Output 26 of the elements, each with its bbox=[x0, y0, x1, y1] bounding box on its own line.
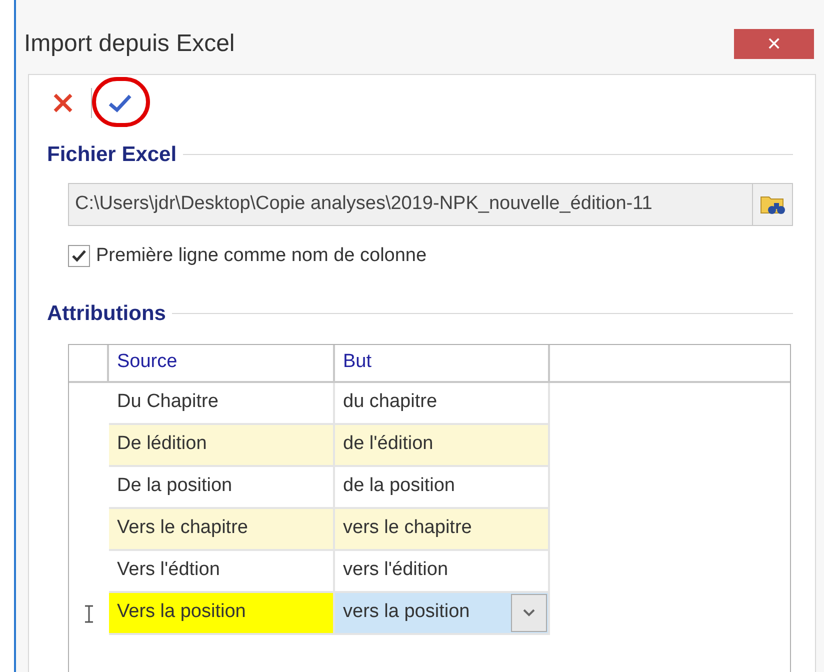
window-title: Import depuis Excel bbox=[24, 29, 235, 59]
column-header[interactable]: Source bbox=[109, 344, 335, 380]
section-title: Attributions bbox=[47, 301, 166, 327]
column-header[interactable]: But bbox=[335, 344, 550, 380]
check-icon bbox=[108, 93, 132, 113]
browse-button[interactable] bbox=[753, 182, 793, 226]
table-cell: Du Chapitre bbox=[109, 382, 335, 424]
section-title: Fichier Excel bbox=[47, 142, 177, 168]
table-cell: De lédition bbox=[109, 424, 335, 466]
checkbox[interactable] bbox=[68, 244, 90, 267]
table-cell: Vers le chapitre bbox=[109, 508, 335, 550]
close-icon bbox=[52, 92, 74, 114]
checkbox-label: Première ligne comme nom de colonne bbox=[96, 244, 427, 268]
table-cell-text: de la position bbox=[342, 474, 456, 498]
close-button[interactable]: ✕ bbox=[734, 29, 814, 59]
table-cell: Vers l'édtion bbox=[109, 550, 335, 592]
table-cell-text: vers l'édition bbox=[342, 558, 450, 582]
table-cell-text: vers le chapitre bbox=[342, 516, 473, 540]
check-icon bbox=[71, 248, 87, 263]
table-cell: Vers la position bbox=[109, 592, 335, 634]
table-cell-text: de l'édition bbox=[342, 432, 434, 456]
path-field[interactable]: C:\Users\jdr\Desktop\Copie analyses\2019-NPK_nouvelle_édition-11 bbox=[68, 182, 753, 226]
table-cell-text: vers la position bbox=[342, 600, 471, 624]
chevron-down-icon bbox=[523, 608, 535, 616]
table-cell-text: du chapitre bbox=[342, 390, 438, 414]
table-cell: De la position bbox=[109, 466, 335, 508]
